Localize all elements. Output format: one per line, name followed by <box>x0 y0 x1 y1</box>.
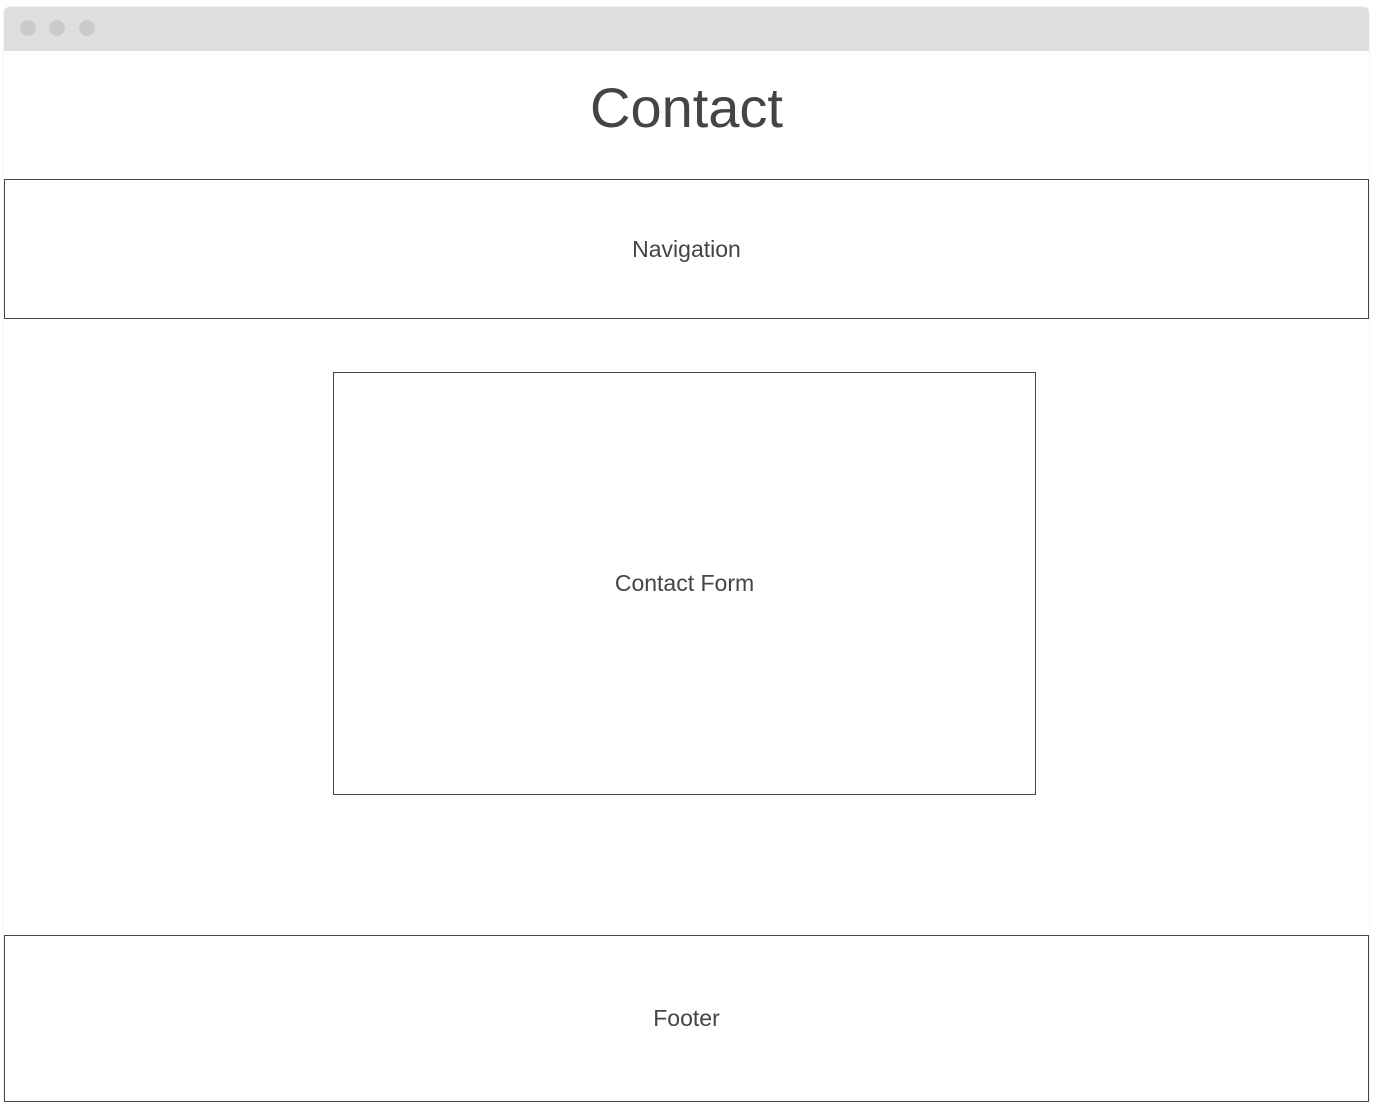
navigation-placeholder: Navigation <box>4 179 1369 319</box>
window-titlebar <box>4 7 1369 51</box>
contact-form-placeholder: Contact Form <box>333 372 1036 795</box>
browser-window: Contact Navigation Contact Form Footer <box>4 7 1369 1104</box>
window-maximize-dot[interactable] <box>79 20 95 36</box>
navigation-label: Navigation <box>632 235 741 262</box>
contact-form-label: Contact Form <box>614 570 755 596</box>
page-title: Contact <box>590 76 783 139</box>
window-minimize-dot[interactable] <box>49 20 65 36</box>
footer-placeholder: Footer <box>4 935 1369 1102</box>
footer-label: Footer <box>653 1005 720 1031</box>
window-close-dot[interactable] <box>20 20 36 36</box>
